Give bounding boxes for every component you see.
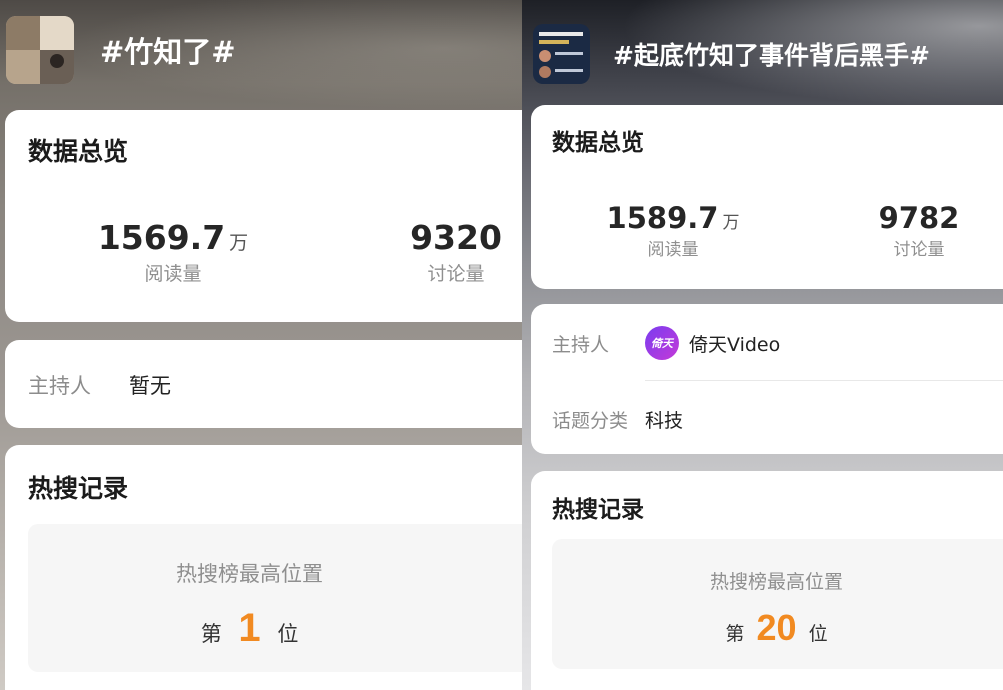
topic-panel-left: #竹知了# 数据总览 1569.7 万 阅读量 9320 讨论量 主持人 暂无 热… bbox=[0, 0, 522, 690]
topic-thumbnail[interactable] bbox=[533, 24, 590, 84]
card-title: 热搜记录 bbox=[28, 474, 129, 503]
rank-box: 热搜榜最高位置 第 1 位 bbox=[28, 524, 522, 672]
read-count-label: 阅读量 bbox=[144, 263, 202, 285]
read-count-label: 阅读量 bbox=[647, 240, 699, 260]
host-value[interactable]: 倚天Video bbox=[689, 330, 780, 357]
rank-prefix: 第 bbox=[725, 623, 745, 645]
rank-line: 第 1 位 bbox=[28, 606, 522, 651]
rank-suffix: 位 bbox=[277, 622, 299, 646]
host-label: 主持人 bbox=[552, 333, 610, 356]
read-count-value: 1589.7 bbox=[606, 201, 719, 235]
read-count-value: 1569.7 bbox=[97, 218, 226, 257]
hot-search-card: 热搜记录 热搜榜最高位置 第 20 位 bbox=[531, 471, 1003, 690]
rank-prefix: 第 bbox=[200, 622, 222, 646]
discuss-count-value: 9320 bbox=[410, 218, 502, 257]
read-count-unit: 万 bbox=[229, 232, 249, 254]
card-title: 数据总览 bbox=[552, 130, 644, 156]
discuss-count-stat: 9320 讨论量 bbox=[395, 218, 517, 286]
topic-title: #竹知了# bbox=[100, 35, 236, 69]
host-value: 暂无 bbox=[129, 374, 171, 398]
category-label: 话题分类 bbox=[552, 410, 629, 432]
host-card: 主持人 倚天 倚天Video 话题分类 科技 bbox=[531, 304, 1003, 454]
host-logo-icon[interactable]: 倚天 bbox=[645, 326, 679, 360]
card-title: 热搜记录 bbox=[552, 497, 644, 523]
rank-title: 热搜榜最高位置 bbox=[176, 562, 323, 586]
data-overview-card: 数据总览 1589.7 万 阅读量 9782 讨论量 bbox=[531, 105, 1003, 289]
read-count-stat: 1589.7 万 阅读量 bbox=[603, 201, 743, 260]
rank-number: 1 bbox=[238, 606, 261, 650]
rank-title: 热搜榜最高位置 bbox=[709, 571, 843, 593]
rank-line: 第 20 位 bbox=[552, 607, 1003, 649]
discuss-count-label: 讨论量 bbox=[893, 240, 945, 260]
host-card: 主持人 暂无 bbox=[5, 340, 522, 428]
topic-panel-right: #起底竹知了事件背后黑手# 数据总览 1589.7 万 阅读量 9782 讨论量 … bbox=[522, 0, 1003, 690]
hot-search-card: 热搜记录 热搜榜最高位置 第 1 位 bbox=[5, 445, 522, 690]
host-row: 主持人 暂无 bbox=[28, 370, 171, 400]
read-count-stat: 1569.7 万 阅读量 bbox=[93, 218, 253, 286]
category-row: 话题分类 科技 bbox=[552, 406, 683, 433]
discuss-count-value: 9782 bbox=[878, 201, 960, 235]
divider bbox=[645, 380, 1003, 381]
category-value[interactable]: 科技 bbox=[645, 406, 683, 433]
rank-suffix: 位 bbox=[808, 623, 828, 645]
read-count-unit: 万 bbox=[722, 213, 740, 233]
rank-number: 20 bbox=[756, 607, 797, 648]
data-overview-card: 数据总览 1569.7 万 阅读量 9320 讨论量 bbox=[5, 110, 522, 322]
discuss-count-label: 讨论量 bbox=[427, 263, 485, 285]
card-title: 数据总览 bbox=[28, 137, 129, 166]
host-label: 主持人 bbox=[28, 374, 91, 398]
rank-box: 热搜榜最高位置 第 20 位 bbox=[552, 539, 1003, 669]
topic-title: #起底竹知了事件背后黑手# bbox=[613, 41, 930, 70]
topic-header: #起底竹知了事件背后黑手# bbox=[533, 24, 930, 84]
host-row: 主持人 倚天 倚天Video bbox=[552, 326, 780, 360]
topic-thumbnail[interactable] bbox=[6, 16, 74, 84]
discuss-count-stat: 9782 讨论量 bbox=[869, 201, 969, 260]
topic-header: #竹知了# bbox=[6, 16, 236, 84]
